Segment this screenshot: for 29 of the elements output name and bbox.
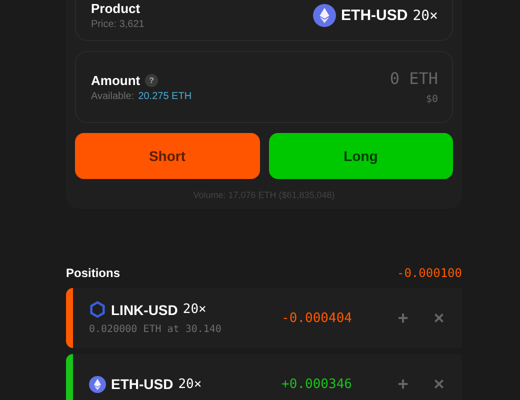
leverage-text: 20× bbox=[412, 8, 438, 24]
close-button[interactable]: × bbox=[432, 374, 446, 394]
position-pnl: +0.000346 bbox=[282, 376, 352, 392]
amount-label: Amount bbox=[91, 72, 140, 88]
position-detail: 0.020000 ETH at 30.140 bbox=[89, 324, 222, 335]
usd-value: $0 bbox=[426, 94, 438, 105]
position-symbol: ETH-USD bbox=[111, 376, 174, 392]
product-symbol: ETH-USD bbox=[341, 7, 408, 24]
price-text: Price: 3,621 bbox=[91, 19, 144, 30]
ethereum-icon bbox=[313, 4, 336, 27]
short-button[interactable]: Short bbox=[75, 133, 260, 179]
long-button[interactable]: Long bbox=[268, 133, 453, 179]
positions-heading: Positions bbox=[66, 266, 120, 280]
leverage-text: 20× bbox=[182, 302, 206, 317]
amount-field[interactable]: 0 ETH bbox=[390, 69, 438, 88]
position-symbol: LINK-USD bbox=[111, 302, 178, 318]
total-pnl: -0.000100 bbox=[396, 266, 462, 280]
help-icon[interactable]: ? bbox=[145, 74, 158, 86]
add-button[interactable]: + bbox=[396, 308, 410, 328]
product-card[interactable]: Product Price: 3,621 ETH-USD 20× bbox=[75, 0, 453, 41]
leverage-text: 20× bbox=[178, 376, 202, 392]
product-label: Product bbox=[91, 1, 142, 16]
ethereum-icon bbox=[89, 376, 106, 392]
hexagon-icon bbox=[89, 301, 106, 318]
available-amount: 20.275 ETH bbox=[138, 90, 192, 102]
add-button[interactable]: + bbox=[396, 374, 410, 394]
close-button[interactable]: × bbox=[432, 308, 446, 328]
position-pnl: -0.000404 bbox=[282, 310, 352, 326]
available-label: Available: bbox=[91, 90, 134, 102]
